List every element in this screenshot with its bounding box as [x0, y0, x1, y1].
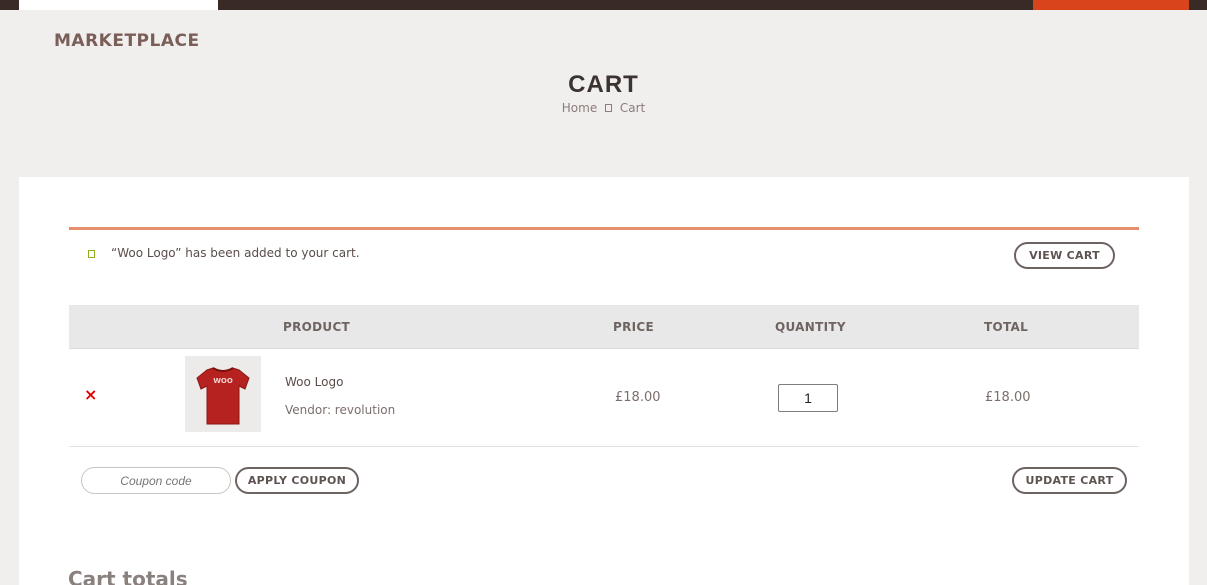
check-icon	[88, 250, 95, 258]
added-to-cart-notice: “Woo Logo” has been added to your cart. …	[69, 227, 1139, 285]
breadcrumb: Home Cart	[0, 101, 1207, 115]
top-bar-active-segment	[19, 0, 218, 10]
cart-totals-heading: Cart totals	[68, 567, 188, 585]
top-bar	[0, 0, 1207, 10]
top-bar-accent-segment	[1033, 0, 1189, 10]
cart-panel: “Woo Logo” has been added to your cart. …	[19, 177, 1189, 585]
site-title[interactable]: MARKETPLACE	[54, 31, 200, 51]
quantity-input[interactable]	[778, 384, 838, 412]
view-cart-button[interactable]: VIEW CART	[1014, 242, 1115, 269]
apply-coupon-button[interactable]: APPLY COUPON	[235, 467, 359, 494]
column-header-product: PRODUCT	[283, 320, 351, 334]
thumb-logo-text: WOO	[213, 377, 233, 385]
breadcrumb-current: Cart	[619, 101, 646, 115]
update-cart-button[interactable]: UPDATE CART	[1012, 467, 1127, 494]
coupon-code-input[interactable]	[81, 467, 231, 494]
breadcrumb-separator-icon	[605, 104, 613, 112]
product-subtotal: £18.00	[985, 390, 1031, 405]
product-thumbnail[interactable]: WOO	[185, 356, 261, 432]
column-header-total: TOTAL	[984, 320, 1029, 334]
remove-item-icon[interactable]: ×	[84, 387, 97, 403]
product-price: £18.00	[615, 390, 661, 405]
breadcrumb-home-link[interactable]: Home	[562, 101, 597, 115]
column-header-price: PRICE	[613, 320, 655, 334]
tshirt-icon: WOO	[196, 367, 250, 425]
column-header-quantity: QUANTITY	[775, 320, 846, 334]
cart-item-row: × WOO Woo Logo Vendor: revolution £18.00…	[69, 349, 1139, 447]
notice-message: “Woo Logo” has been added to your cart.	[111, 246, 360, 260]
cart-table-header: PRODUCT PRICE QUANTITY TOTAL	[69, 305, 1139, 349]
product-vendor: Vendor: revolution	[285, 403, 396, 417]
page-title: CART	[568, 71, 639, 98]
product-name-link[interactable]: Woo Logo	[285, 375, 343, 389]
